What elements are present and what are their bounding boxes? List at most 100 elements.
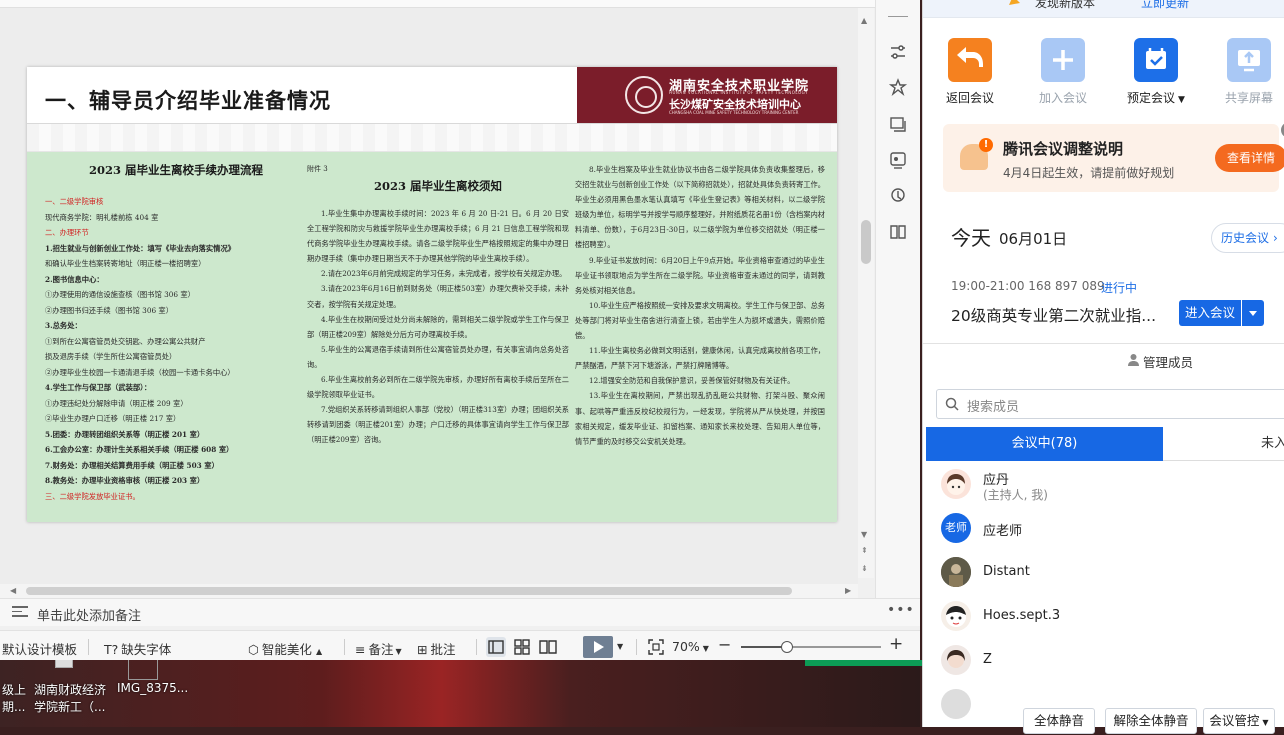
today-label: 今天 — [951, 226, 991, 250]
normal-view-icon — [488, 640, 504, 654]
reading-view-button[interactable] — [538, 637, 558, 657]
avatar — [941, 645, 971, 675]
enter-meeting-dropdown[interactable] — [1242, 300, 1264, 326]
desktop-item-label[interactable]: 级上 — [2, 681, 26, 698]
smart-beautify-label: 智能美化 — [261, 642, 312, 657]
today-date: 06月01日 — [999, 230, 1068, 248]
hscroll-thumb[interactable] — [26, 587, 792, 595]
procedure-column: 2023 届毕业生离校手续办理流程 一、二级学院审核 现代商务学院：明礼楼前栋 4… — [45, 152, 307, 522]
procedure-line: 和确认毕业生档案转寄地址（明正楼一楼招聘室） — [45, 259, 206, 268]
book-icon[interactable] — [888, 222, 908, 242]
divider — [476, 639, 477, 655]
desktop-item-label[interactable]: 学院新工（... — [34, 698, 105, 715]
zoom-slider-knob[interactable] — [781, 641, 794, 653]
transition-icon[interactable] — [888, 114, 908, 134]
scroll-down-icon[interactable]: ▼ — [861, 530, 867, 540]
play-slideshow-button[interactable] — [583, 636, 613, 658]
next-slide-icon[interactable]: ⇟ — [861, 564, 868, 574]
design-template-button[interactable]: 默认设计模板 — [2, 639, 77, 658]
tab-not-joined[interactable]: 未入会 — [1163, 427, 1284, 461]
taskbar-thumbnail[interactable] — [128, 660, 158, 680]
divider — [636, 639, 637, 655]
update-banner-text: 发现新版本 — [1035, 0, 1096, 10]
scroll-thumb[interactable] — [861, 220, 871, 264]
history-label: 历史会议 — [1221, 231, 1270, 245]
meeting-control-label: 会议管控 — [1209, 713, 1260, 728]
collapse-handle-icon[interactable] — [888, 16, 908, 20]
design-icon[interactable] — [888, 150, 908, 170]
enter-meeting-button[interactable]: 进入会议 — [1179, 300, 1241, 326]
schedule-label: 预定会议 — [1127, 91, 1176, 105]
notes-toggle-button[interactable]: ≡ 备注 ▼ — [355, 639, 402, 658]
notes-bar[interactable]: 单击此处添加备注 ••• — [0, 598, 920, 626]
desktop-item-label[interactable]: 期... — [2, 698, 25, 715]
procedure-line: 现代商务学院：明礼楼前栋 404 室 — [45, 212, 159, 222]
fit-window-button[interactable] — [646, 637, 666, 657]
notice-paragraphs: 1.毕业生集中办理离校手续时间：2023 年 6 月 20 日-21 日。6 月… — [307, 206, 569, 448]
beautify-icon: ⬡ — [248, 642, 259, 657]
desktop-item-label[interactable]: IMG_8375... — [117, 681, 188, 695]
action-label: 共享屏幕 — [1224, 91, 1273, 105]
grid-view-icon — [514, 639, 530, 655]
avatar: 老师 — [941, 513, 971, 543]
mute-all-button[interactable]: 全体静音 — [1023, 708, 1095, 734]
adjust-icon[interactable] — [888, 42, 908, 62]
vertical-scrollbar[interactable]: ▲ ▼ ⇞ ⇟ — [858, 8, 874, 578]
procedure-line: ①到所在公寓宿管员处交钥匙、办理公寓公共财产 — [45, 336, 206, 346]
play-options-chevron-icon[interactable]: ▼ — [617, 642, 623, 651]
notice-paragraph: 4.毕业生在校期间受过处分尚未解除的，需到相关二级学院或学生工作与保卫部（明正楼… — [307, 314, 569, 339]
procedure-line: 4.学生工作与保卫部（武装部）： — [45, 383, 152, 392]
chevron-down-icon: ▼ — [702, 644, 709, 653]
chevron-down-icon: ▼ — [1178, 95, 1185, 105]
taskbar-thumbnail[interactable] — [55, 660, 73, 668]
avatar — [941, 469, 971, 499]
scroll-left-icon[interactable]: ◀ — [10, 584, 16, 598]
procedure-line: ①办理使用的通信设施查核（图书馆 306 室） — [45, 290, 195, 299]
desktop-item-label[interactable]: 湖南财政经济 — [34, 681, 106, 698]
return-meeting-button[interactable]: 返回会议 — [934, 38, 1006, 106]
comment-button[interactable]: ⊞ 批注 — [417, 639, 456, 658]
meeting-control-button[interactable]: 会议管控 ▼ — [1203, 708, 1275, 734]
zoom-select[interactable]: 70% ▼ — [672, 639, 709, 654]
school-logo: 湖南安全技术职业学院 HUNAN VOCATIONAL INSTITUTE OF… — [577, 67, 837, 123]
normal-view-button[interactable] — [486, 637, 506, 657]
slide[interactable]: 一、辅导员介绍毕业准备情况 湖南安全技术职业学院 HUNAN VOCATIONA… — [27, 67, 837, 522]
notes-placeholder[interactable]: 单击此处添加备注 — [37, 605, 141, 624]
divider — [88, 639, 89, 655]
procedure-line: 7.财务处：办理相关结算费用手续（明正楼 503 室） — [45, 460, 219, 470]
scroll-up-icon[interactable]: ▲ — [861, 16, 867, 26]
notice-subtitle: 4月4日起生效，请提前做好规划 — [1003, 166, 1175, 180]
horizontal-scrollbar[interactable]: ◀ ▶ — [0, 584, 858, 598]
member-role: (主持人, 我) — [983, 488, 1048, 502]
tab-in-meeting[interactable]: 会议中(78) — [926, 427, 1163, 461]
action-label: 加入会议 — [1038, 91, 1087, 105]
unmute-all-button[interactable]: 解除全体静音 — [1105, 708, 1197, 734]
notice-paragraphs-continued: 8.毕业生档案及毕业生就业协议书由各二级学院具体负责收集整理后，移交招生就业与创… — [575, 162, 825, 449]
zoom-in-button[interactable]: + — [889, 634, 903, 654]
action-label: 预定会议 ▼ — [1120, 89, 1192, 106]
history-meetings-button[interactable]: 历史会议 › — [1211, 223, 1284, 253]
scroll-right-icon[interactable]: ▶ — [845, 584, 851, 598]
schedule-meeting-button[interactable]: 预定会议 ▼ — [1120, 38, 1192, 106]
missing-fonts-button[interactable]: T? 缺失字体 — [104, 639, 171, 658]
notice-paragraph: 13.毕业生在离校期间，严禁出现乱扔乱砸公共财物、打架斗殴、聚众闹事、起哄等严重… — [575, 391, 825, 446]
zoom-slider[interactable] — [741, 641, 881, 653]
prev-slide-icon[interactable]: ⇞ — [861, 546, 868, 556]
share-screen-button[interactable]: 共享屏幕 — [1213, 38, 1284, 106]
fit-window-icon — [648, 639, 664, 655]
procedure-line: 5.团委：办理转团组织关系等（明正楼 201 室） — [45, 429, 205, 439]
window-accent-border — [805, 660, 922, 666]
animation-icon[interactable] — [888, 78, 908, 98]
zoom-out-button[interactable]: − — [718, 635, 731, 654]
grid-view-button[interactable] — [512, 637, 532, 657]
meeting-title[interactable]: 20级商英专业第二次就业指... — [951, 304, 1156, 326]
more-icon[interactable]: ••• — [887, 602, 915, 618]
smart-beautify-button[interactable]: ⬡ 智能美化 ▲ — [248, 639, 322, 658]
slide-title[interactable]: 一、辅导员介绍毕业准备情况 — [45, 85, 331, 115]
join-meeting-button[interactable]: 加入会议 — [1027, 38, 1099, 106]
update-now-link[interactable]: 立即更新 — [1141, 0, 1189, 11]
member-search-input[interactable]: 搜索成员 — [936, 389, 1284, 419]
view-details-button[interactable]: 查看详情 — [1215, 144, 1284, 172]
procedure-line: 二、办理环节 — [45, 228, 89, 237]
location-icon[interactable] — [888, 186, 908, 206]
